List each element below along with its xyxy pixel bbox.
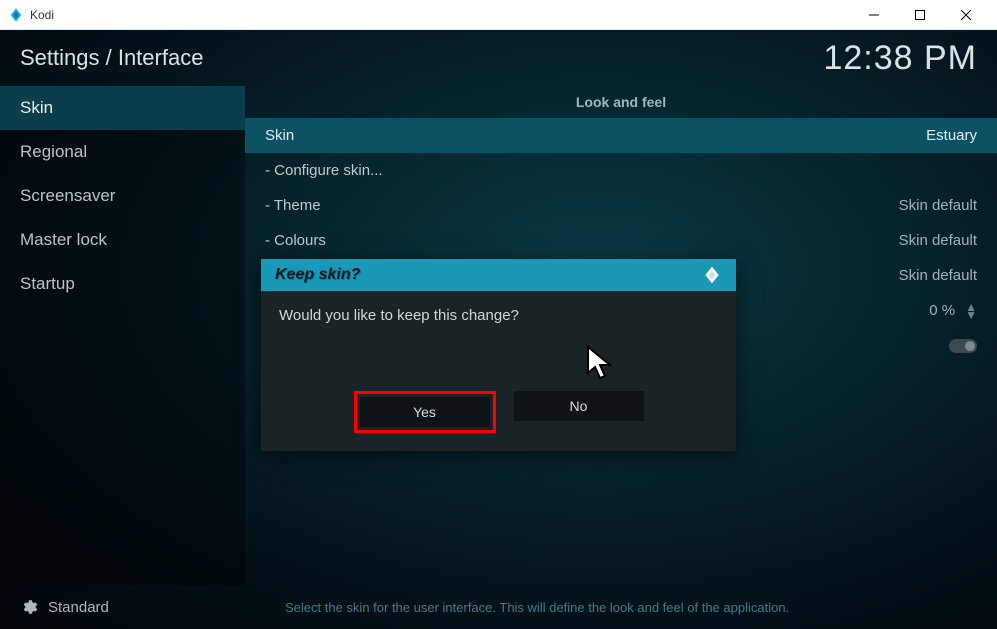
yes-button-highlight: Yes (354, 391, 496, 433)
window-title: Kodi (30, 8, 54, 22)
setting-value: Estuary (926, 127, 977, 144)
setting-row[interactable]: Skin Estuary (245, 118, 997, 153)
settings-level[interactable]: Standard (20, 598, 265, 616)
help-text: Select the skin for the user interface. … (265, 600, 977, 615)
footer: Standard Select the skin for the user in… (0, 585, 997, 629)
sidebar-item-screensaver[interactable]: Screensaver (0, 174, 245, 218)
setting-row[interactable]: - Configure skin... (245, 153, 997, 188)
maximize-button[interactable] (897, 0, 943, 30)
window-controls (851, 0, 989, 30)
setting-value: Skin default (899, 267, 977, 284)
window-titlebar: Kodi (0, 0, 997, 30)
clock: 12:38 PM (823, 39, 977, 78)
sidebar-item-master-lock[interactable]: Master lock (0, 218, 245, 262)
setting-value: Skin default (899, 232, 977, 249)
setting-label: - Colours (265, 232, 326, 249)
toggle-switch[interactable] (949, 339, 977, 353)
settings-sidebar: SkinRegionalScreensaverMaster lockStartu… (0, 86, 245, 585)
minimize-button[interactable] (851, 0, 897, 30)
no-button[interactable]: No (514, 391, 644, 421)
dialog-titlebar: Keep skin? (261, 259, 736, 291)
close-button[interactable] (943, 0, 989, 30)
setting-value: Skin default (899, 197, 977, 214)
sidebar-item-skin[interactable]: Skin (0, 86, 245, 130)
spinner-icon[interactable]: ▲▼ (965, 303, 977, 319)
dialog-message: Would you like to keep this change? (261, 291, 736, 391)
gear-icon (20, 598, 38, 616)
settings-level-label: Standard (48, 599, 109, 616)
dialog-buttons: Yes No (261, 391, 736, 451)
kodi-logo-icon (702, 265, 722, 285)
sidebar-item-regional[interactable]: Regional (0, 130, 245, 174)
yes-button[interactable]: Yes (360, 397, 490, 427)
app-header: Settings / Interface 12:38 PM (0, 30, 997, 86)
kodi-logo-icon (8, 7, 24, 23)
setting-value (949, 339, 977, 353)
section-title: Look and feel (245, 86, 997, 118)
setting-label: Skin (265, 127, 294, 144)
setting-label: - Configure skin... (265, 162, 383, 179)
app-body: Settings / Interface 12:38 PM SkinRegion… (0, 30, 997, 629)
setting-label: - Theme (265, 197, 321, 214)
sidebar-item-startup[interactable]: Startup (0, 262, 245, 306)
setting-row[interactable]: - Colours Skin default (245, 223, 997, 258)
confirm-dialog: Keep skin? Would you like to keep this c… (261, 259, 736, 451)
breadcrumb: Settings / Interface (20, 45, 203, 71)
setting-value: 0 %▲▼ (929, 302, 977, 319)
dialog-title-text: Keep skin? (275, 266, 360, 284)
setting-row[interactable]: - Theme Skin default (245, 188, 997, 223)
